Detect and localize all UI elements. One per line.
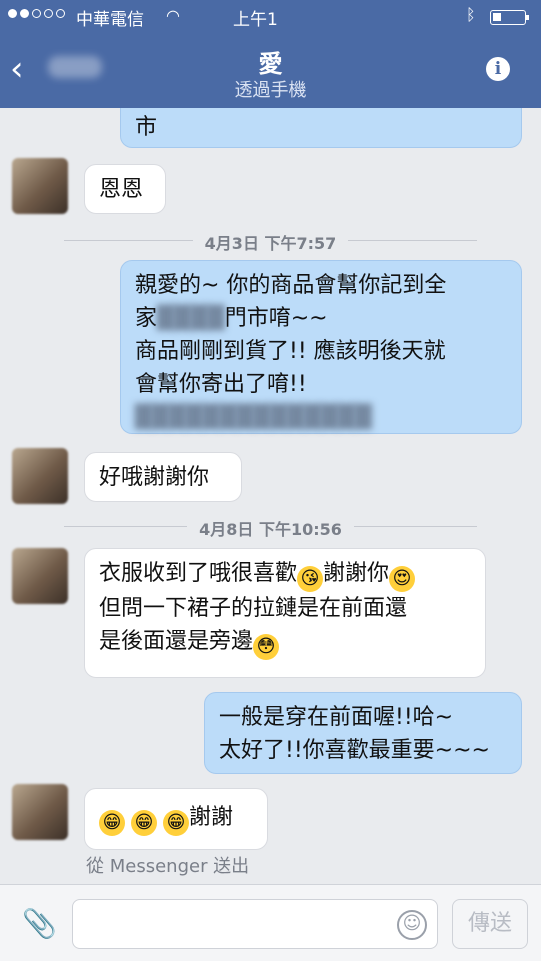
message-text: 市	[135, 115, 158, 140]
outgoing-message: 親愛的~ 你的商品會幫你記到全 家████門市唷~~ 商品剛剛到貨了!! 應該明…	[120, 260, 522, 434]
outgoing-message: 市	[120, 108, 522, 148]
message-line: 家	[135, 306, 158, 331]
smiley-icon[interactable]: ☺	[397, 910, 427, 940]
message-line: 衣服收到了哦很喜歡	[99, 561, 298, 586]
top-bar: 中華電信 ◠ 上午1 ᛒ ‹ 愛 透過手機 i	[0, 0, 541, 108]
avatar[interactable]	[12, 548, 68, 604]
message-line: 謝謝你	[323, 561, 390, 586]
message-text: 好哦謝謝你	[99, 465, 210, 490]
message-line: 會幫你寄出了唷!!	[135, 372, 307, 397]
status-time: 上午1	[233, 10, 278, 30]
signal-icon	[8, 9, 65, 18]
kiss-emoji-icon: 😘	[297, 566, 324, 592]
blurred-text: ████	[157, 306, 225, 331]
outgoing-message: 一般是穿在前面喔!!哈~ 太好了!!你喜歡最重要~~~	[204, 692, 522, 774]
info-icon[interactable]: i	[486, 57, 510, 81]
message-line: 但問一下裙子的拉鏈是在前面還	[99, 596, 408, 621]
incoming-message: 恩恩	[84, 164, 166, 214]
flushed-emoji-icon: 😳	[253, 634, 280, 660]
divider-text: 4月8日 下午10:56	[187, 520, 354, 539]
composer-bar: 📎 ☺ 傳送	[0, 884, 541, 961]
message-input[interactable]	[72, 899, 438, 949]
message-line: 親愛的~ 你的商品會幫你記到全	[135, 273, 447, 298]
message-line: 太好了!!你喜歡最重要~~~	[219, 738, 490, 763]
incoming-message: 好哦謝謝你	[84, 452, 242, 502]
avatar[interactable]	[12, 784, 68, 840]
grimace-emoji-icon: 😁	[99, 810, 125, 836]
date-divider: 4月8日 下午10:56	[64, 516, 541, 539]
divider-text: 4月3日 下午7:57	[192, 234, 349, 253]
send-button[interactable]: 傳送	[452, 899, 528, 949]
message-text: 恩恩	[99, 177, 144, 202]
grimace-emoji-icon: 😁	[131, 810, 157, 836]
message-list[interactable]: 市 恩恩 4月3日 下午7:57 親愛的~ 你的商品會幫你記到全 家████門市…	[0, 108, 541, 884]
message-text: 謝謝	[189, 805, 234, 830]
conversation-subtitle: 透過手機	[234, 80, 307, 101]
incoming-message: 衣服收到了哦很喜歡 😘 謝謝你 😍 但問一下裙子的拉鏈是在前面還 是後面還是旁邊 😳	[84, 548, 486, 678]
blurred-text: ██████████████	[135, 405, 372, 430]
carrier-label: 中華電信	[76, 10, 144, 30]
message-line: 是後面還是旁邊	[99, 629, 254, 654]
bluetooth-icon: ᛒ	[466, 5, 476, 24]
message-line: 商品剛剛到貨了!! 應該明後天就	[135, 339, 446, 364]
sent-from-label: 從 Messenger 送出	[86, 856, 250, 877]
heart-eyes-emoji-icon: 😍	[389, 566, 416, 592]
incoming-message: 😁 😁 😁 謝謝	[84, 788, 268, 850]
status-bar: 中華電信 ◠ 上午1 ᛒ	[0, 0, 541, 32]
battery-icon	[490, 10, 529, 25]
grimace-emoji-icon: 😁	[163, 810, 189, 836]
avatar[interactable]	[12, 448, 68, 504]
avatar[interactable]	[12, 158, 68, 214]
paperclip-icon[interactable]: 📎	[22, 907, 57, 940]
message-line: 一般是穿在前面喔!!哈~	[219, 705, 454, 730]
conversation-title: 愛	[258, 50, 283, 78]
wifi-icon: ◠	[166, 6, 180, 25]
message-line: 門市唷~~	[224, 306, 328, 331]
date-divider: 4月3日 下午7:57	[64, 230, 541, 253]
